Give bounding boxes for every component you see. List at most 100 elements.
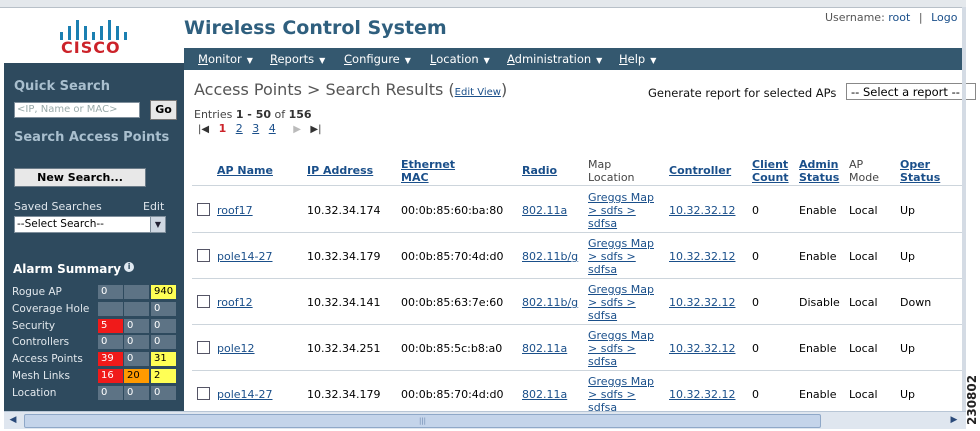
alarm-count-cell[interactable]	[124, 285, 149, 299]
page-2[interactable]: 2	[236, 122, 243, 135]
col-radio[interactable]: Radio	[522, 164, 557, 177]
info-icon[interactable]: i	[124, 262, 135, 272]
main-menu-bar: Monitor ▼ Reports ▼ Configure ▼ Location ▼ A…	[184, 48, 966, 70]
alarm-count-cell[interactable]: 0	[124, 385, 149, 400]
col-admin-status[interactable]: Admin Status	[799, 158, 839, 184]
alarm-count-cell[interactable]: 2	[151, 369, 176, 383]
logout-link[interactable]: Logo	[931, 11, 957, 24]
scroll-right-icon[interactable]: ▶	[947, 414, 961, 427]
alarm-row[interactable]: Security 5 0 0	[12, 318, 180, 335]
alarm-row[interactable]: Mesh Links 16 20 2	[12, 369, 180, 385]
cisco-bars-icon	[60, 16, 130, 40]
alarm-row[interactable]: Coverage Hole 0	[12, 301, 180, 318]
client-count-cell: 0	[752, 250, 759, 263]
menu-location[interactable]: Location ▼	[430, 52, 490, 66]
horizontal-scrollbar[interactable]: ◀ ||| ▶	[4, 411, 966, 429]
client-count-cell: 0	[752, 296, 759, 309]
last-page-icon[interactable]: ▶|	[310, 124, 321, 135]
saved-searches-edit-link[interactable]: Edit	[143, 200, 164, 213]
map-location-link[interactable]: Greggs Map > sdfs > sdfsa	[588, 329, 660, 368]
alarm-count-cell[interactable]: 5	[98, 318, 123, 333]
alarm-count-cell[interactable]: 0	[151, 385, 176, 400]
radio-link[interactable]: 802.11b/g	[522, 296, 578, 309]
alarm-count-cell[interactable]: 16	[98, 369, 123, 383]
map-location-link[interactable]: Greggs Map > sdfs > sdfsa	[588, 375, 660, 414]
alarm-count-cell[interactable]	[124, 301, 149, 316]
scroll-left-icon[interactable]: ◀	[6, 414, 20, 427]
radio-link[interactable]: 802.11a	[522, 388, 567, 401]
alarm-count-cell[interactable]: 0	[124, 318, 149, 333]
report-select[interactable]: -- Select a report --	[846, 83, 976, 100]
window-top-border	[0, 0, 966, 8]
search-access-points-link[interactable]: Search Access Points	[14, 130, 169, 145]
ap-name-link[interactable]: pole14-27	[217, 388, 273, 401]
controller-link[interactable]: 10.32.32.12	[669, 296, 735, 309]
admin-status-cell: Enable	[799, 204, 837, 217]
radio-link[interactable]: 802.11a	[522, 342, 567, 355]
row-checkbox[interactable]	[197, 249, 210, 262]
row-checkbox[interactable]	[197, 387, 210, 400]
oper-status-cell: Up	[900, 388, 916, 401]
alarm-row[interactable]: Location 0 0 0	[12, 385, 180, 402]
col-controller[interactable]: Controller	[669, 164, 731, 177]
alarm-count-cell[interactable]: 0	[151, 318, 176, 333]
row-checkbox[interactable]	[197, 341, 210, 354]
controller-link[interactable]: 10.32.32.12	[669, 342, 735, 355]
menu-help[interactable]: Help ▼	[619, 52, 656, 66]
radio-link[interactable]: 802.11a	[522, 204, 567, 217]
alarm-count-cell[interactable]: 0	[124, 335, 149, 350]
page-4[interactable]: 4	[269, 122, 276, 135]
alarm-count-cell[interactable]: 20	[124, 369, 149, 383]
alarm-count-cell[interactable]: 0	[124, 352, 149, 367]
saved-searches-select[interactable]: --Select Search-- ▼	[14, 216, 166, 233]
alarm-count-cell[interactable]: 31	[151, 352, 176, 367]
ap-name-link[interactable]: pole14-27	[217, 250, 273, 263]
go-button[interactable]: Go	[150, 100, 177, 120]
menu-reports[interactable]: Reports ▼	[270, 52, 325, 66]
edit-view-link[interactable]: Edit View	[455, 87, 501, 98]
alarm-count-cell[interactable]: 0	[98, 385, 123, 400]
chevron-down-icon[interactable]: ▼	[150, 217, 165, 232]
alarm-count-cell[interactable]: 0	[98, 285, 123, 299]
map-location-link[interactable]: Greggs Map > sdfs > sdfsa	[588, 283, 660, 322]
ap-name-link[interactable]: pole12	[217, 342, 255, 355]
cisco-logo: CISCO	[20, 14, 170, 62]
controller-link[interactable]: 10.32.32.12	[669, 204, 735, 217]
alarm-count-cell[interactable]: 0	[98, 335, 123, 350]
col-client-count[interactable]: Client Count	[752, 158, 789, 184]
user-info: Username: root | Logo	[825, 11, 957, 24]
alarm-row[interactable]: Controllers 0 0 0	[12, 335, 180, 351]
alarm-row[interactable]: Rogue AP 0 940	[12, 285, 180, 301]
controller-link[interactable]: 10.32.32.12	[669, 388, 735, 401]
username-link[interactable]: root	[888, 11, 910, 24]
page-3[interactable]: 3	[252, 122, 259, 135]
quick-search-input[interactable]: <IP, Name or MAC>	[14, 102, 140, 118]
alarm-summary-title: Alarm Summary i	[13, 262, 135, 276]
ap-name-link[interactable]: roof12	[217, 296, 253, 309]
vertical-scrollbar[interactable]	[962, 7, 966, 411]
col-ap-name[interactable]: AP Name	[217, 164, 273, 177]
map-location-link[interactable]: Greggs Map > sdfs > sdfsa	[588, 237, 660, 276]
map-location-link[interactable]: Greggs Map > sdfs > sdfsa	[588, 191, 660, 230]
ap-name-link[interactable]: roof17	[217, 204, 253, 217]
col-oper-status[interactable]: Oper Status	[900, 158, 940, 184]
col-ethernet-mac[interactable]: Ethernet MAC	[401, 158, 455, 184]
alarm-count-cell[interactable]: 39	[98, 352, 123, 367]
alarm-count-cell[interactable]: 0	[151, 301, 176, 316]
new-search-button[interactable]: New Search...	[14, 168, 146, 187]
row-checkbox[interactable]	[197, 203, 210, 216]
col-ip-address[interactable]: IP Address	[307, 164, 373, 177]
alarm-row-label: Rogue AP	[12, 286, 62, 298]
row-checkbox[interactable]	[197, 295, 210, 308]
alarm-count-cell[interactable]: 940	[151, 285, 176, 299]
controller-link[interactable]: 10.32.32.12	[669, 250, 735, 263]
menu-monitor[interactable]: Monitor ▼	[198, 52, 253, 66]
menu-configure[interactable]: Configure ▼	[344, 52, 411, 66]
menu-administration[interactable]: Administration ▼	[507, 52, 602, 66]
alarm-count-cell[interactable]: 0	[151, 335, 176, 350]
alarm-count-cell[interactable]	[98, 301, 123, 316]
first-page-icon[interactable]: |◀	[198, 124, 209, 135]
radio-link[interactable]: 802.11b/g	[522, 250, 578, 263]
scrollbar-thumb[interactable]: |||	[24, 414, 821, 428]
alarm-row[interactable]: Access Points 39 0 31	[12, 352, 180, 368]
